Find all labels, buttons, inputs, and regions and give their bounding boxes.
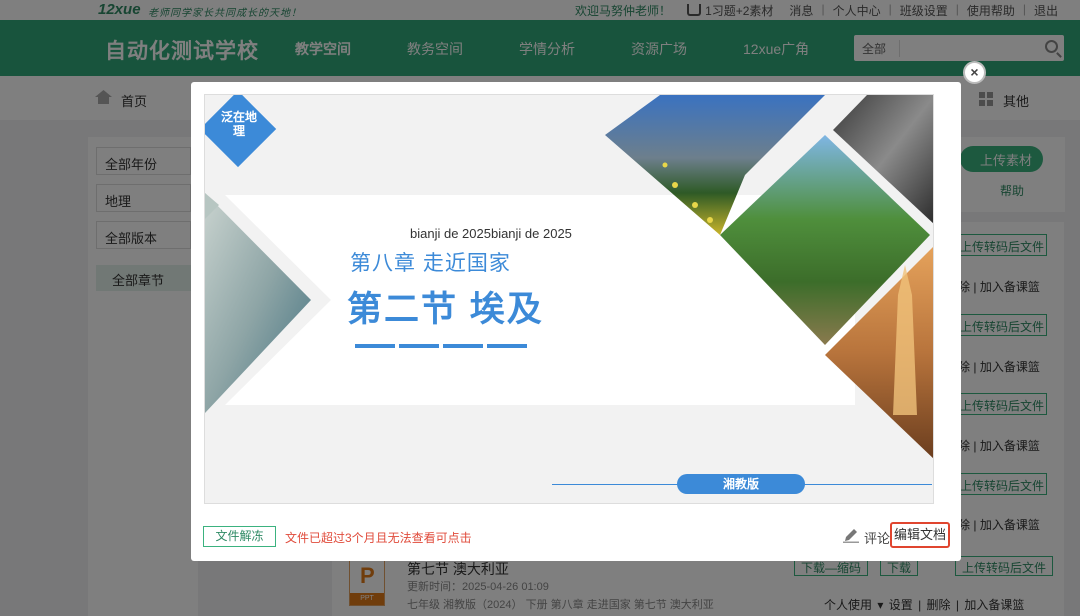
pencil-icon	[843, 529, 859, 543]
slide-dash	[443, 344, 483, 348]
slide-subtitle: bianji de 2025bianji de 2025	[410, 226, 572, 241]
slide-badge-text: 泛在地理	[220, 110, 257, 138]
slide-edition-tag: 湘教版	[677, 474, 805, 494]
unfreeze-file-button[interactable]: 文件解冻	[203, 526, 276, 547]
slide-dash	[487, 344, 527, 348]
expired-notice: 文件已超过3个月且无法查看可点击	[285, 531, 472, 545]
edit-document-button[interactable]: 编辑文档	[890, 522, 950, 548]
slide-graphics	[205, 95, 933, 459]
slide-dash	[355, 344, 395, 348]
close-modal-button[interactable]: ×	[963, 61, 986, 84]
slide-chapter: 第八章 走近国家	[350, 252, 511, 275]
slide-title: 第二节 埃及	[347, 290, 544, 329]
slide-dash	[399, 344, 439, 348]
slide-preview: 泛在地理 bianji de 2025bianji de 2025 第八章 走近…	[204, 94, 934, 504]
comment-link[interactable]: 评论	[864, 528, 890, 547]
